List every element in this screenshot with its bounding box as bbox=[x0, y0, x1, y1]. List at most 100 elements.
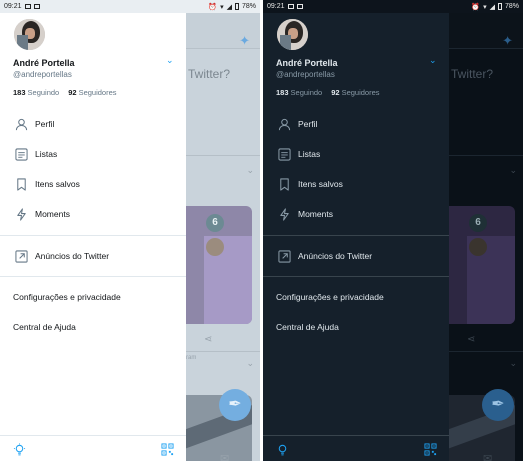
media-badge: 6 bbox=[206, 214, 224, 232]
light-theme-screen: 09:21 ⏰ ▾ ◢ 78% ✦ Twitter? ⌄ 6 ⋖ ram ⌄ ✒… bbox=[0, 0, 260, 461]
screen-notification-icon bbox=[296, 4, 303, 9]
timeline-divider bbox=[186, 155, 260, 156]
status-bar: 09:21 ⏰ ▾ ◢ 78% bbox=[263, 0, 523, 13]
mail-icon: ✉ bbox=[220, 453, 230, 461]
battery-level: 78% bbox=[504, 3, 519, 10]
screen-notification-icon bbox=[33, 4, 40, 9]
lightning-icon bbox=[14, 207, 28, 221]
menu-item-label: Listas bbox=[298, 149, 321, 159]
followers-link[interactable]: 92 Seguidores bbox=[68, 88, 116, 97]
profile-name: André Portella bbox=[276, 58, 338, 68]
followers-link[interactable]: 92 Seguidores bbox=[331, 88, 379, 97]
battery-level: 78% bbox=[241, 3, 256, 10]
profile-name: André Portella bbox=[13, 58, 75, 68]
share-icon: ⋖ bbox=[204, 334, 213, 345]
list-icon bbox=[14, 147, 28, 161]
profile-handle: @andreportellas bbox=[13, 70, 72, 79]
bulb-icon[interactable] bbox=[276, 443, 289, 456]
drawer-footer bbox=[0, 435, 186, 461]
wifi-icon: ▾ bbox=[483, 3, 487, 11]
tweet-caption-fragment: ram bbox=[186, 355, 197, 361]
chevron-down-icon: ⌄ bbox=[246, 165, 254, 175]
follow-stats: 183 Seguindo 92 Seguidores bbox=[13, 88, 117, 97]
account-switcher-chevron-icon[interactable]: ⌄ bbox=[429, 55, 437, 66]
menu-item-lists[interactable]: Listas bbox=[0, 139, 186, 169]
menu-item-label: Moments bbox=[35, 209, 70, 219]
menu-item-label: Moments bbox=[298, 209, 333, 219]
compose-tweet-fab: ✒ bbox=[219, 389, 251, 421]
bulb-icon[interactable] bbox=[13, 443, 26, 456]
follow-stats: 183 Seguindo 92 Seguidores bbox=[276, 88, 380, 97]
media-badge-2 bbox=[206, 238, 224, 256]
tweet-media: 6 bbox=[449, 206, 515, 324]
navigation-drawer: André Portella @andreportellas ⌄ 183 Segu… bbox=[0, 13, 186, 461]
composer-prompt: Twitter? bbox=[188, 67, 231, 81]
sparkle-icon: ✦ bbox=[502, 33, 513, 48]
menu-item-profile[interactable]: Perfil bbox=[263, 109, 449, 139]
signal-icon: ◢ bbox=[226, 3, 232, 11]
share-icon: ⋖ bbox=[467, 334, 476, 345]
qr-code-icon[interactable] bbox=[161, 443, 174, 456]
person-icon bbox=[14, 117, 28, 131]
menu-item-settings[interactable]: Configurações e privacidade bbox=[276, 292, 384, 302]
external-link-icon bbox=[14, 249, 28, 263]
timeline-divider bbox=[186, 351, 260, 352]
menu-item-twitter-ads[interactable]: Anúncios do Twitter bbox=[0, 241, 186, 271]
chevron-down-icon: ⌄ bbox=[246, 358, 254, 368]
battery-icon bbox=[497, 3, 502, 10]
account-switcher-chevron-icon[interactable]: ⌄ bbox=[166, 55, 174, 66]
chevron-down-icon: ⌄ bbox=[509, 165, 517, 175]
menu-item-label: Itens salvos bbox=[35, 179, 80, 189]
menu-item-twitter-ads[interactable]: Anúncios do Twitter bbox=[263, 241, 449, 271]
signal-icon: ◢ bbox=[489, 3, 495, 11]
menu-item-moments[interactable]: Moments bbox=[0, 199, 186, 229]
qr-code-icon[interactable] bbox=[424, 443, 437, 456]
timeline-divider bbox=[449, 351, 523, 352]
person-icon bbox=[277, 117, 291, 131]
profile-handle: @andreportellas bbox=[276, 70, 335, 79]
battery-icon bbox=[234, 3, 239, 10]
background-timeline: ✦ Twitter? ⌄ 6 ⋖ ⌄ ✒ ✉ bbox=[449, 13, 523, 461]
media-badge: 6 bbox=[469, 214, 487, 232]
status-time: 09:21 bbox=[267, 3, 285, 10]
navigation-drawer: André Portella @andreportellas ⌄ 183 Segu… bbox=[263, 13, 449, 461]
menu-item-profile[interactable]: Perfil bbox=[0, 109, 186, 139]
tweet-media: 6 bbox=[186, 206, 252, 324]
lightning-icon bbox=[277, 207, 291, 221]
menu-item-label: Anúncios do Twitter bbox=[35, 251, 110, 261]
timeline-header: ✦ bbox=[449, 13, 523, 49]
composer-prompt: Twitter? bbox=[451, 67, 494, 81]
menu-item-label: Perfil bbox=[35, 119, 55, 129]
drawer-footer bbox=[263, 435, 449, 461]
divider bbox=[263, 276, 449, 277]
external-link-icon bbox=[277, 249, 291, 263]
menu-item-label: Perfil bbox=[298, 119, 318, 129]
menu-item-settings[interactable]: Configurações e privacidade bbox=[13, 292, 121, 302]
following-link[interactable]: 183 Seguindo bbox=[13, 88, 59, 97]
status-time: 09:21 bbox=[4, 3, 22, 10]
timeline-divider bbox=[449, 155, 523, 156]
menu-item-lists[interactable]: Listas bbox=[263, 139, 449, 169]
menu-item-bookmarks[interactable]: Itens salvos bbox=[263, 169, 449, 199]
menu-item-label: Listas bbox=[35, 149, 58, 159]
divider bbox=[0, 235, 186, 236]
divider bbox=[263, 235, 449, 236]
menu-item-label: Itens salvos bbox=[298, 179, 343, 189]
menu-item-label: Anúncios do Twitter bbox=[298, 251, 373, 261]
media-badge-2 bbox=[469, 238, 487, 256]
alarm-icon: ⏰ bbox=[471, 3, 481, 11]
menu-item-help-center[interactable]: Central de Ajuda bbox=[13, 322, 76, 332]
list-icon bbox=[277, 147, 291, 161]
mail-icon: ✉ bbox=[483, 453, 493, 461]
chevron-down-icon: ⌄ bbox=[509, 358, 517, 368]
menu-item-bookmarks[interactable]: Itens salvos bbox=[0, 169, 186, 199]
following-link[interactable]: 183 Seguindo bbox=[276, 88, 322, 97]
wifi-icon: ▾ bbox=[220, 3, 224, 11]
divider bbox=[0, 276, 186, 277]
avatar[interactable] bbox=[277, 19, 308, 50]
bookmark-icon bbox=[14, 177, 28, 191]
menu-item-moments[interactable]: Moments bbox=[263, 199, 449, 229]
menu-item-help-center[interactable]: Central de Ajuda bbox=[276, 322, 339, 332]
avatar[interactable] bbox=[14, 19, 45, 50]
dark-theme-screen: 09:21 ⏰ ▾ ◢ 78% ✦ Twitter? ⌄ 6 ⋖ ⌄ ✒ ✉ A… bbox=[263, 0, 523, 461]
